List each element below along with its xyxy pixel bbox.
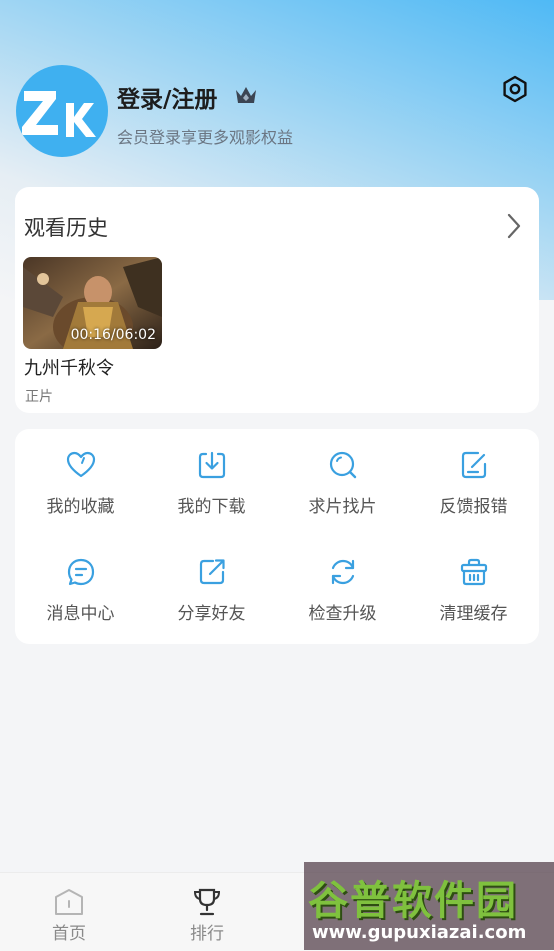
menu-item-share[interactable]: 分享好友 <box>146 536 277 636</box>
login-register-link[interactable]: 登录/注册 <box>117 80 217 114</box>
heart-icon <box>66 451 95 478</box>
menu-label: 反馈报错 <box>439 497 508 517</box>
watermark-url: www.gupuxiazai.com <box>312 922 527 943</box>
basket-icon <box>460 558 487 586</box>
search-icon <box>329 451 356 479</box>
avatar[interactable] <box>16 65 108 157</box>
tab-ranking[interactable]: 排行 <box>138 873 276 951</box>
menu-item-messages[interactable]: 消息中心 <box>15 536 146 636</box>
watermark-title: 谷普软件园 <box>308 877 518 924</box>
menu-label: 消息中心 <box>46 604 115 624</box>
watch-history-card: 观看历史 00:16/06:02 九州千秋令 正片 <box>15 187 539 413</box>
zk-logo-icon <box>22 91 96 137</box>
chevron-right-icon[interactable] <box>507 213 521 239</box>
crown-icon <box>236 87 256 103</box>
playback-progress-time: 00:16/06:02 <box>70 327 156 343</box>
history-video-tag: 正片 <box>25 389 53 405</box>
menu-item-request-movie[interactable]: 求片找片 <box>277 429 408 529</box>
menu-item-clear-cache[interactable]: 清理缓存 <box>408 536 539 636</box>
menu-label: 分享好友 <box>177 604 246 624</box>
tab-label: 首页 <box>52 924 86 944</box>
watch-history-title: 观看历史 <box>24 216 108 240</box>
menu-item-feedback[interactable]: 反馈报错 <box>408 429 539 529</box>
menu-item-check-update[interactable]: 检查升级 <box>277 536 408 636</box>
member-subtitle: 会员登录享更多观影权益 <box>117 128 294 147</box>
trophy-icon <box>193 888 221 916</box>
download-icon <box>198 451 225 479</box>
message-icon <box>67 558 94 586</box>
share-icon <box>199 559 225 585</box>
menu-label: 求片找片 <box>308 497 377 517</box>
feedback-icon <box>461 451 486 479</box>
tab-label: 排行 <box>190 924 224 944</box>
settings-icon[interactable] <box>500 74 530 104</box>
menu-item-favorites[interactable]: 我的收藏 <box>15 429 146 529</box>
menu-label: 我的收藏 <box>46 497 115 517</box>
menu-label: 我的下载 <box>177 497 246 517</box>
menu-label: 检查升级 <box>308 604 377 624</box>
menu-label: 清理缓存 <box>439 604 508 624</box>
home-icon <box>55 889 83 915</box>
feature-menu-card: 我的收藏 我的下载 求片找片 反馈报错 消息中心 分享好友 检查升级 清理缓存 <box>15 429 539 644</box>
site-watermark: 谷普软件园 www.gupuxiazai.com <box>304 862 554 950</box>
history-video-title[interactable]: 九州千秋令 <box>24 354 114 380</box>
menu-item-downloads[interactable]: 我的下载 <box>146 429 277 529</box>
tab-home[interactable]: 首页 <box>0 873 138 951</box>
history-video-thumbnail[interactable]: 00:16/06:02 <box>23 257 162 349</box>
refresh-icon <box>331 559 354 585</box>
